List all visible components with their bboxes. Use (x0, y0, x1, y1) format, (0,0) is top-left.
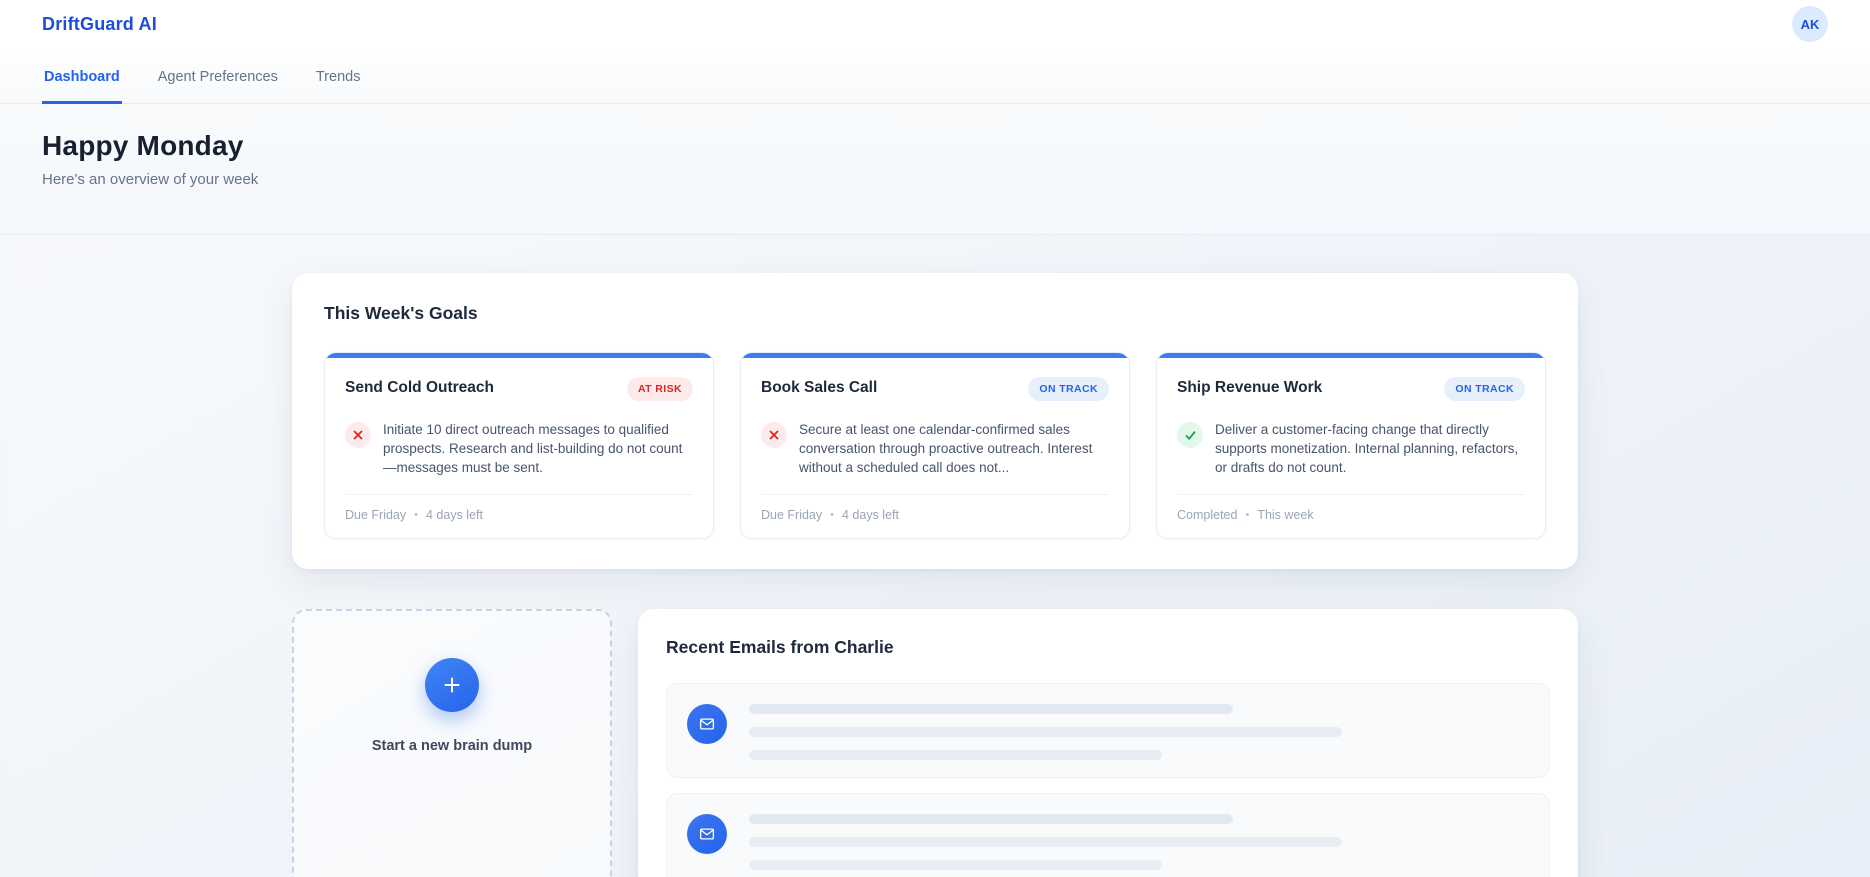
bottom-row: Start a new brain dump Recent Emails fro… (292, 609, 1578, 877)
email-list-item[interactable] (666, 683, 1550, 778)
goal-card-send-cold-outreach[interactable]: Send Cold Outreach AT RISK Initiate 10 d… (324, 352, 714, 539)
new-brain-dump-card[interactable]: Start a new brain dump (292, 609, 612, 877)
goal-title: Ship Revenue Work (1177, 379, 1323, 396)
goal-card-book-sales-call[interactable]: Book Sales Call ON TRACK Secure at least… (740, 352, 1130, 539)
goal-footer: Completed • This week (1177, 494, 1525, 522)
recent-emails-panel: Recent Emails from Charlie (638, 609, 1578, 877)
goal-due: Due Friday (761, 508, 823, 522)
email-skeleton (749, 811, 1529, 870)
goal-footer: Due Friday • 4 days left (761, 494, 1109, 522)
brain-dump-label: Start a new brain dump (371, 738, 533, 754)
main-content: This Week's Goals Send Cold Outreach AT … (292, 235, 1578, 877)
goal-card-ship-revenue-work[interactable]: Ship Revenue Work ON TRACK Deliver a cus… (1156, 352, 1546, 539)
skeleton-bar (749, 750, 1163, 760)
envelope-icon (687, 814, 727, 854)
goal-days-left: 4 days left (426, 508, 483, 522)
skeleton-bar (749, 860, 1163, 870)
skeleton-bar (749, 837, 1342, 847)
goal-period: This week (1257, 508, 1314, 522)
x-icon (761, 422, 787, 448)
goals-section-title: This Week's Goals (324, 303, 478, 323)
skeleton-bar (749, 704, 1233, 714)
status-badge: ON TRACK (1028, 377, 1109, 401)
tab-trends[interactable]: Trends (314, 55, 363, 104)
check-icon (1177, 422, 1203, 448)
status-badge: AT RISK (626, 377, 693, 401)
goal-card-grid: Send Cold Outreach AT RISK Initiate 10 d… (324, 352, 1546, 539)
emails-section-title: Recent Emails from Charlie (666, 637, 894, 657)
hero-section: Happy Monday Here's an overview of your … (0, 104, 1870, 235)
page-subtitle: Here's an overview of your week (42, 171, 259, 188)
separator-dot: • (1245, 509, 1250, 521)
skeleton-bar (749, 727, 1342, 737)
main-nav-tabs: Dashboard Agent Preferences Trends (0, 48, 1870, 104)
page-title: Happy Monday (42, 130, 244, 161)
email-skeleton (749, 701, 1529, 760)
envelope-icon (687, 704, 727, 744)
weekly-goals-panel: This Week's Goals Send Cold Outreach AT … (292, 273, 1578, 569)
add-brain-dump-button[interactable] (425, 658, 479, 712)
goal-completed: Completed (1177, 508, 1238, 522)
tab-dashboard[interactable]: Dashboard (42, 55, 122, 104)
plus-icon (444, 677, 460, 693)
goal-description: Deliver a customer-facing change that di… (1215, 422, 1519, 475)
email-list-item[interactable] (666, 793, 1550, 877)
goal-title: Send Cold Outreach (345, 379, 494, 396)
goal-description: Initiate 10 direct outreach messages to … (383, 422, 683, 475)
x-icon (345, 422, 371, 448)
goal-due: Due Friday (345, 508, 407, 522)
separator-dot: • (414, 509, 418, 521)
email-list (666, 683, 1550, 877)
goal-title: Book Sales Call (761, 379, 878, 396)
goal-footer: Due Friday • 4 days left (345, 494, 693, 522)
top-bar: DriftGuard AI AK (0, 0, 1870, 48)
status-badge: ON TRACK (1444, 377, 1525, 401)
app-logo[interactable]: DriftGuard AI (42, 14, 157, 35)
tab-agent-preferences[interactable]: Agent Preferences (156, 55, 280, 104)
goal-days-left: 4 days left (842, 508, 899, 522)
skeleton-bar (749, 814, 1233, 824)
goal-description: Secure at least one calendar-confirmed s… (799, 422, 1093, 475)
user-avatar[interactable]: AK (1792, 6, 1828, 42)
separator-dot: • (830, 509, 834, 521)
